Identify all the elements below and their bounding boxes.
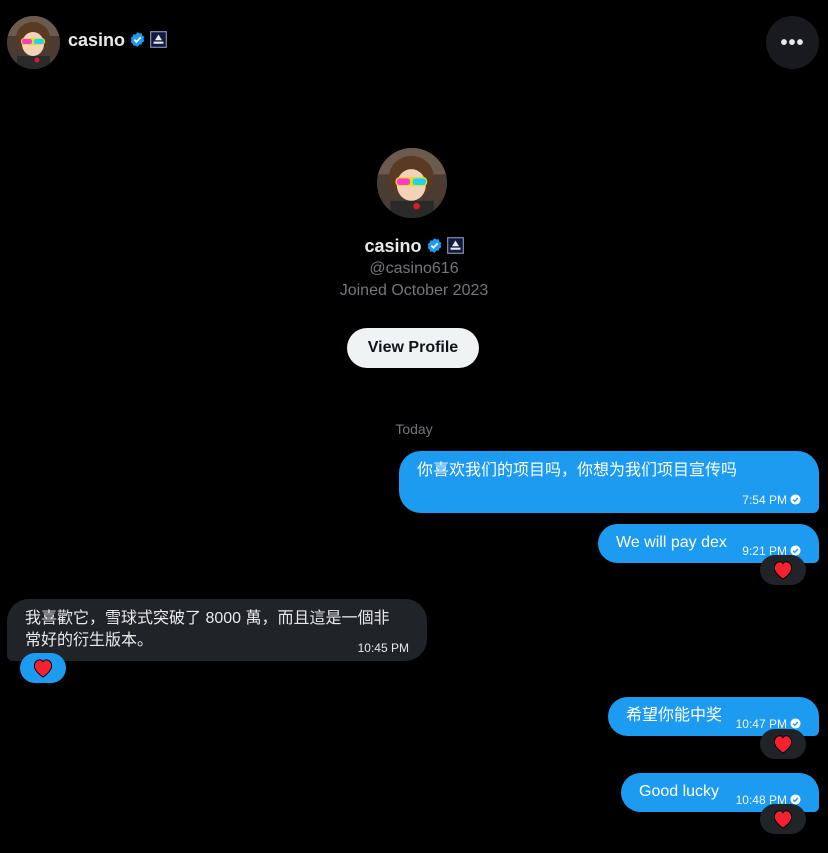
timestamp-text: 7:54 PM [742,493,787,507]
timestamp-text: 10:45 PM [357,641,409,655]
message-bubble[interactable]: 我喜歡它，雪球式突破了 8000 萬，而且這是一個非 常好的衍生版本。 10:4… [7,599,427,661]
message-text-line-2: 常好的衍生版本。 [25,632,154,649]
message-text: Good lucky [639,783,720,800]
more-options-button[interactable]: ••• [766,16,819,69]
conversation-header: casino ••• [0,0,828,84]
more-horizontal-icon: ••• [780,31,805,54]
view-profile-button[interactable]: View Profile [347,328,479,368]
profile-handle: @casino616 [369,260,459,277]
day-separator: Today [395,421,433,437]
affiliate-badge-icon [150,31,167,48]
header-name-text: casino [68,30,126,50]
message-text: 希望你能中奖 [626,707,723,724]
avatar-image [7,16,60,69]
message-text-line-1: 我喜歡它，雪球式突破了 8000 萬，而且這是一個非 [25,610,390,627]
header-title: casino [68,30,167,51]
reaction-heart[interactable] [760,729,806,759]
reaction-heart[interactable] [760,804,806,834]
profile-avatar[interactable] [377,148,447,218]
message-bubble[interactable]: 你喜欢我们的项目吗，你想为我们项目宣传吗 7:54 PM [399,451,819,513]
reaction-heart[interactable] [20,653,66,683]
message-timestamp: 7:54 PM [742,489,801,511]
avatar[interactable] [7,16,60,69]
heart-icon [773,810,793,829]
read-check-icon [790,718,801,729]
profile-name-text: casino [364,236,422,256]
avatar-image [377,148,447,218]
heart-icon [773,735,793,754]
read-check-icon [790,494,801,505]
heart-icon [773,561,793,580]
message-text: 你喜欢我们的项目吗，你想为我们项目宣传吗 [417,462,738,479]
profile-joined-date: Joined October 2023 [339,282,489,299]
heart-icon [33,659,53,678]
verified-badge-icon [130,32,145,47]
affiliate-badge-icon [446,237,464,254]
verified-badge-icon [427,238,441,253]
profile-name: casino [0,236,828,257]
reaction-heart[interactable] [760,555,806,585]
message-timestamp: 10:45 PM [358,637,409,659]
message-text: We will pay dex [616,534,727,551]
